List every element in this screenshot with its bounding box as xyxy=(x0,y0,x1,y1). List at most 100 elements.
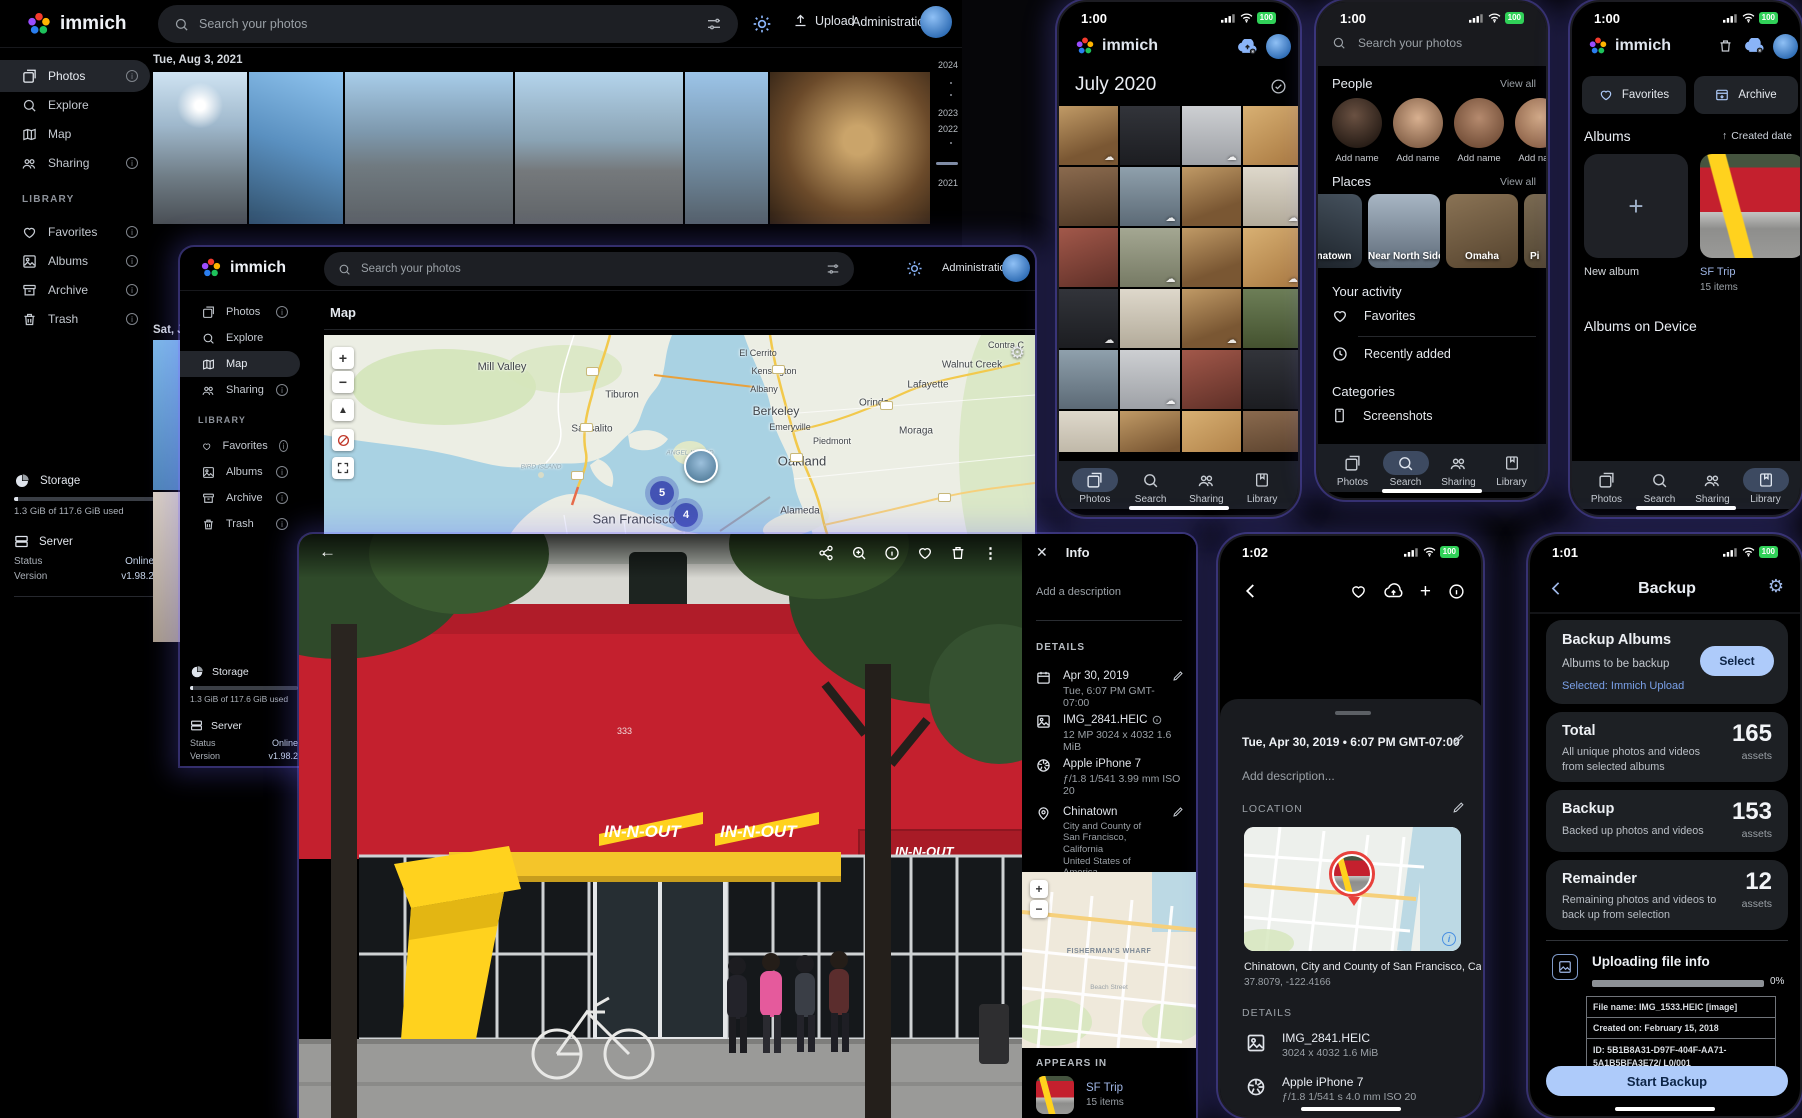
map-zoom-in-button[interactable]: + xyxy=(332,347,354,369)
person-item[interactable]: Add name xyxy=(1393,98,1443,164)
info-circle-icon[interactable]: i xyxy=(279,440,288,452)
upload-button[interactable]: Upload xyxy=(793,13,855,28)
album-name[interactable]: SF Trip xyxy=(1086,1082,1124,1094)
map-cluster-marker[interactable]: 5 xyxy=(650,481,674,505)
info-circle-icon[interactable]: i xyxy=(126,70,138,82)
photo-thumbnail[interactable] xyxy=(1182,289,1241,348)
info-circle-icon[interactable]: i xyxy=(276,384,288,396)
favorite-heart-icon[interactable] xyxy=(917,545,933,561)
cloud-upload-icon[interactable] xyxy=(1384,583,1403,600)
photo-thumbnail[interactable] xyxy=(1120,228,1179,287)
place-tile[interactable]: Chinatown xyxy=(1318,194,1362,268)
album-card[interactable] xyxy=(1700,154,1802,258)
album-link-row[interactable]: SF Trip 15 items xyxy=(1036,1076,1124,1114)
close-icon[interactable]: ✕ xyxy=(1036,544,1048,561)
cloud-sync-icon[interactable] xyxy=(1237,39,1258,55)
back-chevron-icon[interactable] xyxy=(1242,582,1260,600)
info-icon[interactable] xyxy=(1448,583,1465,600)
theme-sun-icon[interactable] xyxy=(906,260,923,277)
favorite-heart-icon[interactable] xyxy=(1350,583,1367,600)
sidebar-item-photos[interactable]: Photosi xyxy=(180,299,300,325)
sort-created-date-button[interactable]: ↑Created date xyxy=(1722,130,1792,142)
sidebar-item-trash[interactable]: Trashi xyxy=(0,303,150,335)
sidebar-item-explore[interactable]: Explore xyxy=(0,89,150,121)
info-circle-icon[interactable]: i xyxy=(276,492,288,504)
info-circle-icon[interactable]: i xyxy=(126,157,138,169)
add-name-label[interactable]: Add name xyxy=(1332,153,1382,164)
back-button[interactable]: ← xyxy=(319,542,336,562)
people-view-all-link[interactable]: View all xyxy=(1500,78,1536,90)
filter-sliders-icon[interactable] xyxy=(826,262,840,276)
place-tile[interactable]: Omaha xyxy=(1446,194,1518,268)
photo-thumbnail[interactable] xyxy=(153,72,247,224)
edit-pencil-icon[interactable] xyxy=(1172,670,1184,682)
photo-thumbnail[interactable] xyxy=(1243,350,1300,409)
user-avatar[interactable] xyxy=(920,6,952,38)
add-description-field[interactable]: Add description... xyxy=(1242,769,1335,783)
photo-thumbnail[interactable] xyxy=(345,72,513,224)
sidebar-item-map[interactable]: Map xyxy=(0,118,150,150)
map-photo-marker[interactable] xyxy=(684,449,718,483)
info-circle-icon[interactable]: i xyxy=(276,306,288,318)
sidebar-item-albums[interactable]: Albumsi xyxy=(180,459,300,485)
photo-thumbnail[interactable] xyxy=(1120,350,1179,409)
info-circle-icon[interactable]: i xyxy=(126,255,138,267)
photo-thumbnail[interactable] xyxy=(1182,411,1241,452)
favorites-button[interactable]: Favorites xyxy=(1582,76,1686,114)
archive-button[interactable]: Archive xyxy=(1694,76,1798,114)
immich-logo[interactable]: immich xyxy=(26,11,127,37)
sidebar-item-archive[interactable]: Archivei xyxy=(0,274,150,306)
start-backup-button[interactable]: Start Backup xyxy=(1546,1066,1788,1096)
places-view-all-link[interactable]: View all xyxy=(1500,176,1536,188)
cloud-sync-icon[interactable] xyxy=(1744,38,1765,54)
photo-thumbnail[interactable] xyxy=(1059,411,1118,452)
sidebar-item-favorites[interactable]: Favoritesi xyxy=(180,433,300,459)
map-zoom-out-button[interactable]: − xyxy=(332,371,354,393)
select-check-circle-icon[interactable] xyxy=(1270,78,1287,95)
info-circle-icon[interactable]: i xyxy=(126,226,138,238)
sidebar-item-favorites[interactable]: Favoritesi xyxy=(0,216,150,248)
favorites-row[interactable]: Favorites xyxy=(1332,308,1415,324)
photo-thumbnail[interactable] xyxy=(1120,167,1179,226)
album-name[interactable]: SF Trip xyxy=(1700,266,1735,278)
photo-thumbnail[interactable] xyxy=(515,72,683,224)
map-compass-button[interactable]: ▲ xyxy=(332,399,354,421)
nav-search[interactable]: Search xyxy=(1379,451,1432,488)
place-tile[interactable]: Pi xyxy=(1524,194,1548,268)
share-icon[interactable] xyxy=(818,545,834,561)
add-description-field[interactable]: Add a description xyxy=(1036,586,1121,598)
nav-search[interactable]: Search xyxy=(1123,468,1179,505)
nav-sharing[interactable]: Sharing xyxy=(1179,468,1235,505)
photo-thumbnail[interactable] xyxy=(249,72,343,224)
immich-logo[interactable]: immich xyxy=(200,257,286,279)
add-plus-icon[interactable]: + xyxy=(1420,582,1431,601)
add-name-label[interactable]: Add name xyxy=(1393,153,1443,164)
sidebar-item-albums[interactable]: Albumsi xyxy=(0,245,150,277)
add-name-label[interactable]: Add name xyxy=(1515,153,1548,164)
photo-thumbnail[interactable] xyxy=(685,72,768,224)
search-input[interactable]: Search your photos xyxy=(324,252,854,286)
add-name-label[interactable]: Add name xyxy=(1454,153,1504,164)
sidebar-item-photos[interactable]: Photosi xyxy=(0,60,150,92)
nav-library[interactable]: Library xyxy=(1234,468,1290,505)
edit-pencil-icon[interactable] xyxy=(1452,801,1465,814)
screenshots-row[interactable]: Screenshots xyxy=(1332,408,1432,423)
photo-thumbnail[interactable] xyxy=(1120,411,1179,452)
info-icon[interactable] xyxy=(884,545,900,561)
map-zoom-in-button[interactable]: + xyxy=(1030,880,1048,898)
photo-thumbnail[interactable] xyxy=(1059,106,1118,165)
sheet-drag-handle[interactable] xyxy=(1335,711,1371,715)
location-map-thumbnail[interactable]: FISHERMAN'S WHARF Beach Street + − xyxy=(1022,872,1196,1048)
map-attribution-info-icon[interactable]: i xyxy=(1442,932,1456,946)
photo-thumbnail[interactable] xyxy=(1182,106,1241,165)
person-item[interactable]: Add name xyxy=(1332,98,1382,164)
theme-sun-icon[interactable] xyxy=(752,14,772,34)
sidebar-item-explore[interactable]: Explore xyxy=(180,325,300,351)
sidebar-item-trash[interactable]: Trashi xyxy=(180,511,300,537)
search-input[interactable]: Search your photos xyxy=(1332,36,1462,50)
nav-search[interactable]: Search xyxy=(1633,468,1686,505)
photo-thumbnail[interactable] xyxy=(1059,350,1118,409)
nav-sharing[interactable]: Sharing xyxy=(1686,468,1739,505)
nav-photos[interactable]: Photos xyxy=(1067,468,1123,505)
photo-thumbnail[interactable] xyxy=(1243,411,1300,452)
